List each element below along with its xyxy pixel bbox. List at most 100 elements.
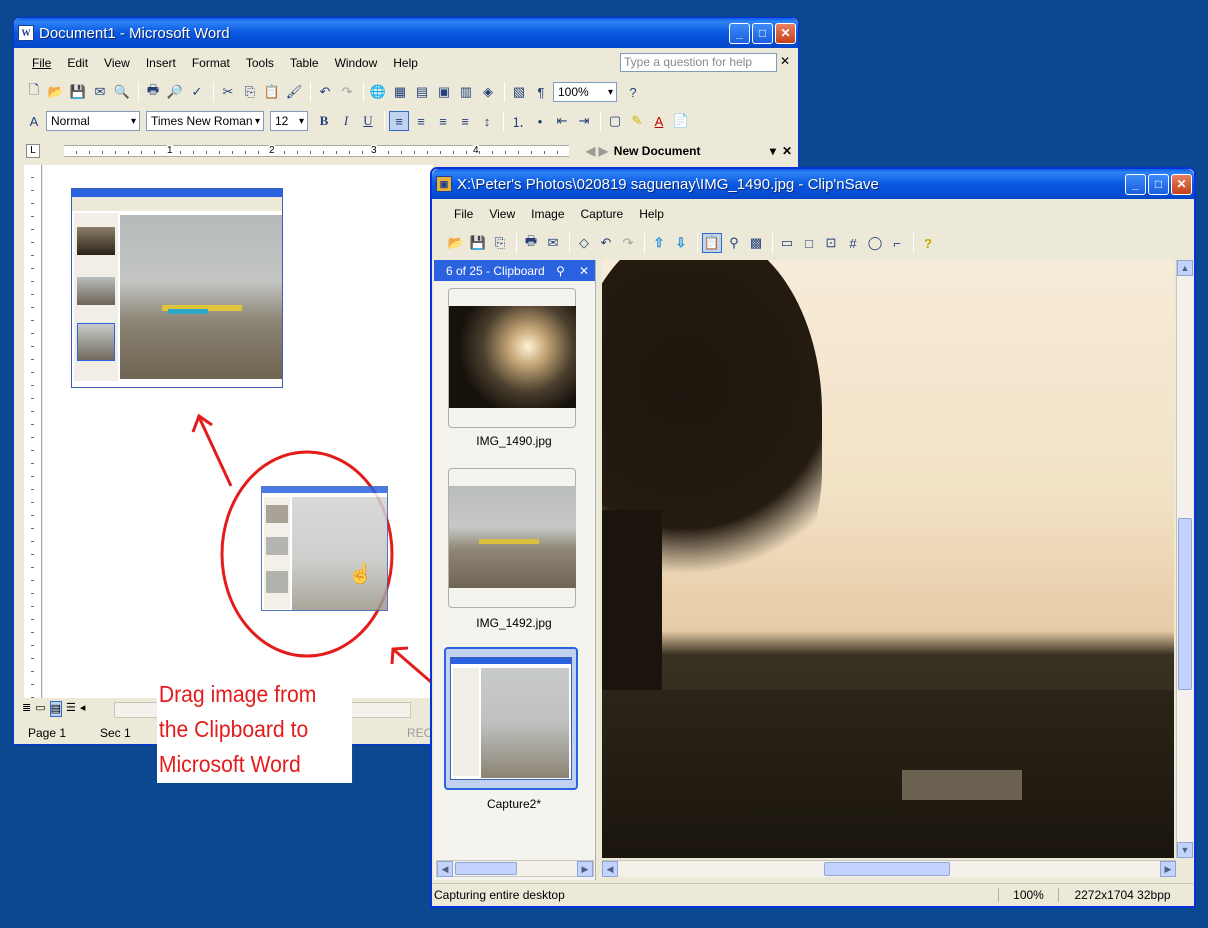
close-button[interactable]: ✕ xyxy=(775,22,796,44)
align-right-icon[interactable]: ≡ xyxy=(433,111,453,131)
size-select[interactable]: 12 xyxy=(270,111,308,131)
tab-selector[interactable]: L xyxy=(26,144,40,158)
underline-icon[interactable]: U xyxy=(358,111,378,131)
hyperlink-icon[interactable]: 🌐 xyxy=(368,82,388,102)
erase-icon[interactable]: ◇ xyxy=(574,233,594,253)
save-icon[interactable]: 💾 xyxy=(468,233,488,253)
print-preview-icon[interactable]: 🔎 xyxy=(165,82,185,102)
reveal-formatting-icon[interactable]: 📄 xyxy=(671,111,691,131)
permission-icon[interactable]: ✉ xyxy=(90,82,110,102)
paste-icon[interactable]: 📋 xyxy=(262,82,282,102)
maximize-button[interactable]: □ xyxy=(1148,173,1169,195)
menu-help[interactable]: Help xyxy=(385,56,426,70)
scroll-thumb[interactable] xyxy=(1178,518,1192,690)
down-arrow-icon[interactable]: ⇩ xyxy=(671,233,691,253)
style-select[interactable]: Normal xyxy=(46,111,140,131)
open-icon[interactable]: 📂 xyxy=(46,82,66,102)
dragged-image-preview[interactable]: ☝ xyxy=(261,486,388,611)
minimize-button[interactable]: _ xyxy=(729,22,750,44)
scroll-left-icon[interactable]: ◂ xyxy=(80,701,86,717)
menu-view[interactable]: View xyxy=(481,207,523,221)
panel-close-icon[interactable]: ✕ xyxy=(579,264,589,278)
bullets-icon[interactable]: • xyxy=(530,111,550,131)
scroll-thumb[interactable] xyxy=(455,862,517,875)
menu-help[interactable]: Help xyxy=(631,207,672,221)
scroll-down-icon[interactable]: ▼ xyxy=(1177,842,1193,858)
help-icon[interactable]: ? xyxy=(918,233,938,253)
undo-icon[interactable]: ↶ xyxy=(315,82,335,102)
styles-icon[interactable]: A xyxy=(24,111,44,131)
pasted-image[interactable] xyxy=(71,188,283,388)
email-icon[interactable]: ✉ xyxy=(543,233,563,253)
menu-file[interactable]: File xyxy=(24,56,59,70)
scroll-left-icon[interactable]: ◀ xyxy=(437,861,453,877)
undo-icon[interactable]: ↶ xyxy=(596,233,616,253)
new-icon[interactable]: 🗋 xyxy=(24,82,44,102)
increase-indent-icon[interactable]: ⇥ xyxy=(574,111,594,131)
menu-capture[interactable]: Capture xyxy=(573,207,632,221)
scroll-right-icon[interactable]: ▶ xyxy=(1160,861,1176,877)
word-titlebar[interactable]: W Document1 - Microsoft Word _ □ ✕ xyxy=(14,18,798,48)
decrease-indent-icon[interactable]: ⇤ xyxy=(552,111,572,131)
columns-icon[interactable]: ▥ xyxy=(456,82,476,102)
task-pane-menu-icon[interactable]: ▾ xyxy=(770,144,776,158)
save-as-icon[interactable]: ⎘ xyxy=(490,233,510,253)
redo-icon[interactable]: ↷ xyxy=(618,233,638,253)
back-arrow-icon[interactable]: ◀ ▶ xyxy=(586,144,608,158)
lasso-icon[interactable]: ◯ xyxy=(865,233,885,253)
vertical-ruler[interactable] xyxy=(24,165,42,698)
capture-icon[interactable]: ▩ xyxy=(746,233,766,253)
image-viewer[interactable] xyxy=(602,260,1174,858)
menu-table[interactable]: Table xyxy=(282,56,327,70)
document-map-icon[interactable]: ▧ xyxy=(509,82,529,102)
menu-file[interactable]: File xyxy=(446,207,481,221)
align-center-icon[interactable]: ≡ xyxy=(411,111,431,131)
menu-tools[interactable]: Tools xyxy=(238,56,282,70)
clipboard-icon[interactable]: 📋 xyxy=(702,233,722,253)
object-capture-icon[interactable]: ⊡ xyxy=(821,233,841,253)
scroll-up-icon[interactable]: ▲ xyxy=(1177,260,1193,276)
minimize-button[interactable]: _ xyxy=(1125,173,1146,195)
tables-borders-icon[interactable]: ▦ xyxy=(390,82,410,102)
help-search-input[interactable]: Type a question for help xyxy=(620,53,777,72)
normal-view-icon[interactable]: ≣ xyxy=(22,701,31,717)
bold-icon[interactable]: B xyxy=(314,111,334,131)
show-hide-icon[interactable]: ¶ xyxy=(531,82,551,102)
help-icon[interactable]: ? xyxy=(623,82,643,102)
thumbnail-card[interactable] xyxy=(448,288,576,428)
print-icon[interactable]: 🖶 xyxy=(143,82,163,102)
web-view-icon[interactable]: ▭ xyxy=(35,701,45,717)
crop-icon[interactable]: ⌐ xyxy=(887,233,907,253)
align-left-icon[interactable]: ≡ xyxy=(389,111,409,131)
menu-edit[interactable]: Edit xyxy=(59,56,96,70)
close-button[interactable]: ✕ xyxy=(1171,173,1192,195)
border-icon[interactable]: ▢ xyxy=(605,111,625,131)
horizontal-ruler[interactable]: L 1 2 3 4 xyxy=(24,140,575,162)
line-spacing-icon[interactable]: ↕ xyxy=(477,111,497,131)
open-icon[interactable]: 📂 xyxy=(446,233,466,253)
font-select[interactable]: Times New Roman xyxy=(146,111,264,131)
maximize-button[interactable]: □ xyxy=(752,22,773,44)
viewer-vertical-scrollbar[interactable]: ▲ ▼ xyxy=(1176,260,1193,858)
up-arrow-icon[interactable]: ⇧ xyxy=(649,233,669,253)
spelling-icon[interactable]: ✓ xyxy=(187,82,207,102)
thumbnail-card[interactable] xyxy=(448,468,576,608)
redo-icon[interactable]: ↷ xyxy=(337,82,357,102)
region-capture-icon[interactable]: □ xyxy=(799,233,819,253)
menu-window[interactable]: Window xyxy=(327,56,386,70)
print-layout-icon[interactable]: ▤ xyxy=(49,701,63,717)
copy-icon[interactable]: ⎘ xyxy=(240,82,260,102)
scroll-left-icon[interactable]: ◀ xyxy=(602,861,618,877)
menu-image[interactable]: Image xyxy=(523,207,572,221)
crosshair-icon[interactable]: # xyxy=(843,233,863,253)
font-color-icon[interactable]: A xyxy=(649,111,669,131)
scroll-thumb[interactable] xyxy=(824,862,950,876)
save-icon[interactable]: 💾 xyxy=(68,82,88,102)
window-capture-icon[interactable]: ▭ xyxy=(777,233,797,253)
outline-view-icon[interactable]: ☰ xyxy=(66,701,76,717)
menu-insert[interactable]: Insert xyxy=(138,56,184,70)
drawing-icon[interactable]: ◈ xyxy=(478,82,498,102)
menu-format[interactable]: Format xyxy=(184,56,238,70)
scroll-right-icon[interactable]: ▶ xyxy=(577,861,593,877)
menu-view[interactable]: View xyxy=(96,56,138,70)
